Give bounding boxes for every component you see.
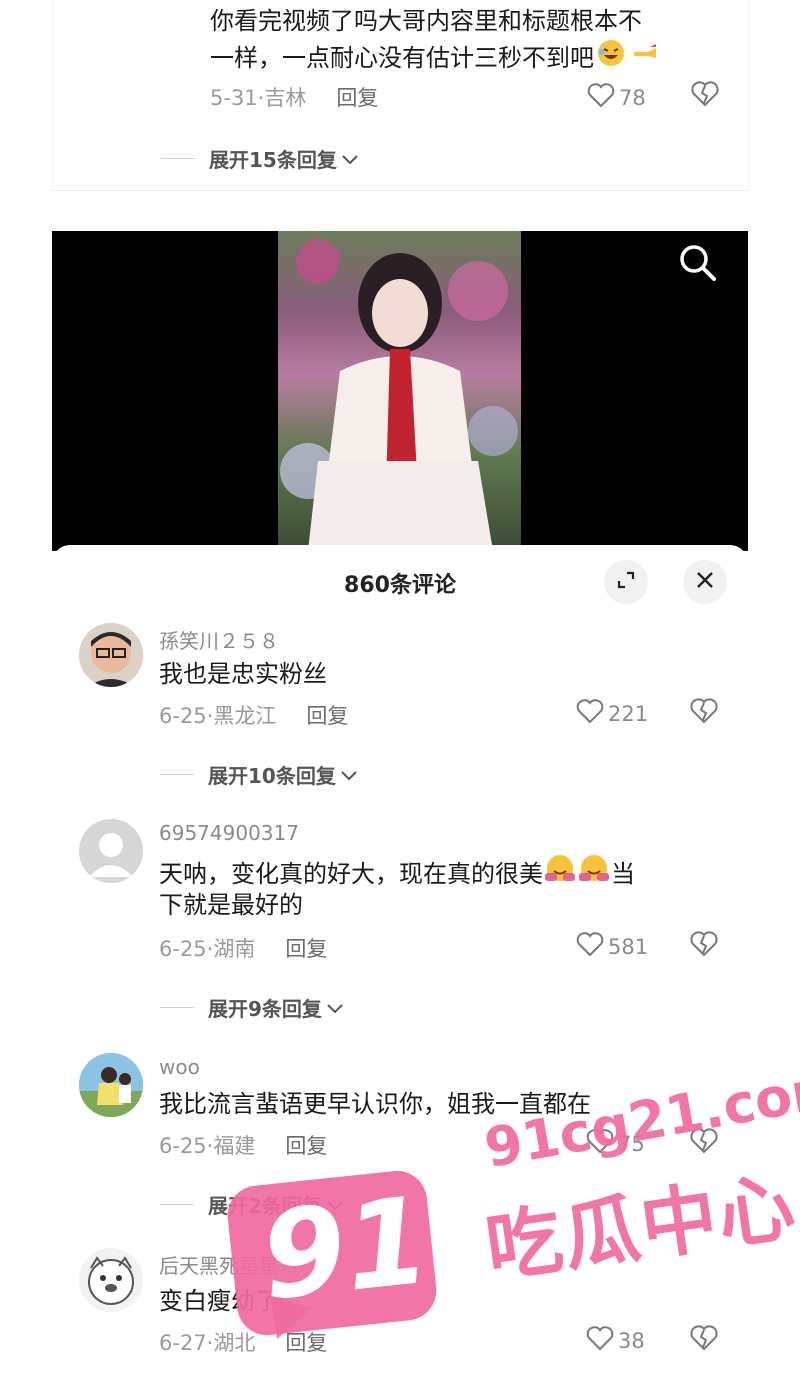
broken-heart-icon [690, 931, 718, 962]
dislike-button[interactable] [690, 1324, 718, 1356]
comment-text-line-1: 你看完视频了吗大哥内容里和标题根本不 [210, 7, 642, 35]
heart-icon [576, 931, 604, 962]
avatar[interactable] [79, 1248, 143, 1312]
expand-divider [160, 1204, 194, 1205]
expand-divider [160, 774, 194, 775]
search-icon[interactable] [676, 241, 720, 289]
chevron-down-icon [340, 763, 358, 787]
broken-heart-icon [690, 698, 718, 729]
like-button[interactable]: 78 [587, 82, 646, 113]
reply-button[interactable]: 回复 [285, 933, 327, 963]
comment-meta: 6-25·福建 [159, 1134, 256, 1158]
dislike-button[interactable] [690, 697, 718, 729]
like-count: 38 [618, 1328, 645, 1353]
like-button[interactable]: 38 [586, 1325, 645, 1356]
comment-username[interactable]: 孫笑川２５８ [159, 625, 279, 654]
reply-button[interactable]: 回复 [336, 82, 378, 112]
broken-heart-icon [691, 81, 719, 112]
expand-replies-button[interactable]: 展开10条回复 [160, 760, 358, 789]
reply-button[interactable]: 回复 [306, 700, 348, 730]
expand-divider [160, 1007, 194, 1008]
expand-sheet-button[interactable] [604, 560, 648, 604]
comment-text-line-2-text: 一样，一点耐心没有估计三秒不到吧 [210, 43, 594, 72]
heart-icon [586, 1325, 614, 1356]
comment-meta: 6-27·湖北 [159, 1331, 256, 1355]
avatar[interactable] [79, 819, 143, 883]
comment-text-line-2: 一样，一点耐心没有估计三秒不到吧 [210, 38, 660, 77]
broken-heart-icon [690, 1325, 718, 1356]
like-count: 78 [619, 85, 646, 110]
expand-icon [616, 570, 636, 594]
comment-meta: 6-25·湖南 [159, 937, 256, 961]
previous-comment-card: 你看完视频了吗大哥内容里和标题根本不 一样，一点耐心没有估计三秒不到吧 5-31… [52, 0, 750, 191]
like-button[interactable]: 221 [576, 698, 648, 729]
comment-text: 我也是忠实粉丝 [159, 660, 327, 688]
like-count: 221 [608, 701, 649, 726]
hugging-emoji-icon [577, 853, 611, 894]
avatar[interactable] [79, 1053, 143, 1117]
expand-label: 展开10条回复 [208, 764, 336, 788]
comment-text-line-1-tail: 当 [611, 859, 635, 888]
reply-button[interactable]: 回复 [285, 1130, 327, 1160]
video-player[interactable] [52, 231, 748, 551]
chevron-down-icon [326, 996, 344, 1020]
expand-label: 展开9条回复 [208, 997, 322, 1021]
comment-meta: 6-25·黑龙江 [159, 704, 277, 728]
expand-replies-button[interactable]: 展开15条回复 [161, 144, 359, 173]
expand-replies-button[interactable]: 展开9条回复 [160, 993, 344, 1022]
heart-icon [576, 698, 604, 729]
heart-icon [587, 82, 615, 113]
laughing-emoji-icon [596, 38, 626, 77]
comment-item: 孫笑川２５８ 我也是忠实粉丝 6-25·黑龙江 回复 221 展开10条回复 [52, 623, 748, 788]
comment-text-line-2: 下就是最好的 [159, 891, 303, 919]
comment-text-line-1-text: 天呐，变化真的好大，现在真的很美 [159, 859, 543, 888]
like-button[interactable]: 581 [576, 931, 648, 962]
comment-username[interactable]: 69574900317 [159, 821, 299, 845]
video-thumbnail [278, 231, 521, 551]
chevron-down-icon [341, 147, 359, 171]
expand-label: 展开15条回复 [209, 148, 337, 172]
watermark-number: 91 [255, 1171, 436, 1328]
close-icon [695, 570, 715, 594]
comment-username[interactable]: woo [159, 1055, 200, 1079]
pointing-hand-emoji-icon [630, 38, 660, 77]
comment-item: 69574900317 天呐，变化真的好大，现在真的很美 当 下就是最好的 6-… [52, 819, 748, 1022]
like-count: 581 [608, 934, 649, 959]
dislike-button[interactable] [691, 80, 719, 112]
hugging-emoji-icon [543, 853, 577, 894]
expand-divider [161, 158, 195, 159]
close-button[interactable] [683, 560, 727, 604]
comment-meta: 5-31·吉林 [210, 86, 307, 110]
avatar[interactable] [79, 623, 143, 687]
dislike-button[interactable] [690, 930, 718, 962]
